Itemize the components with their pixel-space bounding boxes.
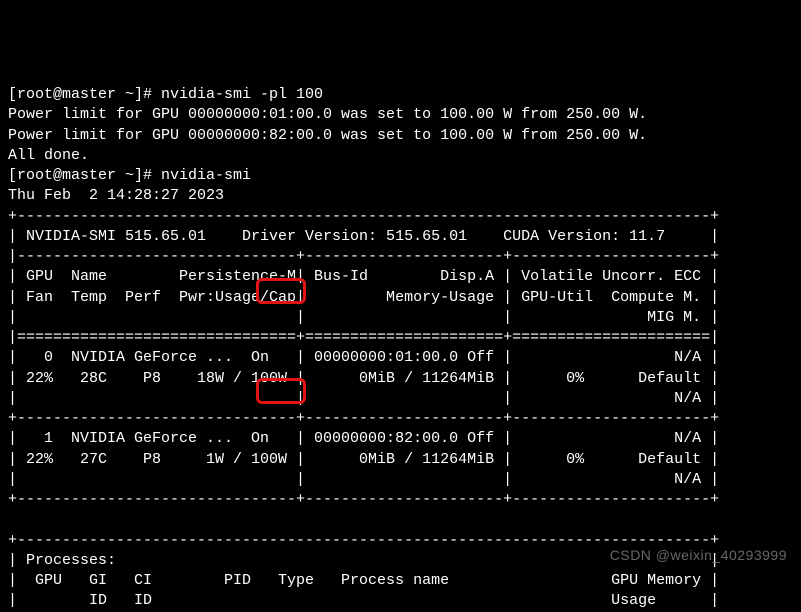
output-pl-gpu1: Power limit for GPU 00000000:82:00.0 was… — [8, 127, 647, 144]
proc-columns-2: | ID ID Usage | — [8, 592, 719, 609]
highlight-gpu1-power-cap — [256, 378, 306, 404]
output-pl-gpu0: Power limit for GPU 00000000:01:00.0 was… — [8, 106, 647, 123]
gpu0-row-2: | 22% 28C P8 18W / 100W | 0MiB / 11264Mi… — [8, 370, 719, 387]
output-pl-done: All done. — [8, 147, 89, 164]
shell-prompt-1: [root@master ~]# — [8, 86, 161, 103]
table-row-sep-1: +-------------------------------+-------… — [8, 410, 719, 427]
table-header-row-3: | | | MIG M. | — [8, 309, 719, 326]
blank-line — [8, 511, 719, 528]
table-border-top: +---------------------------------------… — [8, 208, 719, 225]
table-row-sep-2: +-------------------------------+-------… — [8, 491, 719, 508]
gpu1-row-2: | 22% 27C P8 1W / 100W | 0MiB / 11264MiB… — [8, 451, 719, 468]
table-header-sep: |-------------------------------+-------… — [8, 248, 719, 265]
table-header-row-1: | GPU Name Persistence-M| Bus-Id Disp.A … — [8, 268, 719, 285]
table-eq-sep: |===============================+=======… — [8, 329, 719, 346]
highlight-gpu0-power-cap — [256, 278, 306, 304]
gpu1-row-1: | 1 NVIDIA GeForce ... On | 00000000:82:… — [8, 430, 719, 447]
table-version-row: | NVIDIA-SMI 515.65.01 Driver Version: 5… — [8, 228, 719, 245]
command-1[interactable]: nvidia-smi -pl 100 — [161, 86, 323, 103]
command-2[interactable]: nvidia-smi — [161, 167, 251, 184]
gpu1-row-3: | | | N/A | — [8, 471, 719, 488]
watermark-text: CSDN @weixin_40293999 — [610, 546, 787, 565]
shell-prompt-2: [root@master ~]# — [8, 167, 161, 184]
nvidia-smi-timestamp: Thu Feb 2 14:28:27 2023 — [8, 187, 224, 204]
table-header-row-2: | Fan Temp Perf Pwr:Usage/Cap| Memory-Us… — [8, 289, 719, 306]
gpu0-row-1: | 0 NVIDIA GeForce ... On | 00000000:01:… — [8, 349, 719, 366]
gpu0-row-3: | | | N/A | — [8, 390, 719, 407]
